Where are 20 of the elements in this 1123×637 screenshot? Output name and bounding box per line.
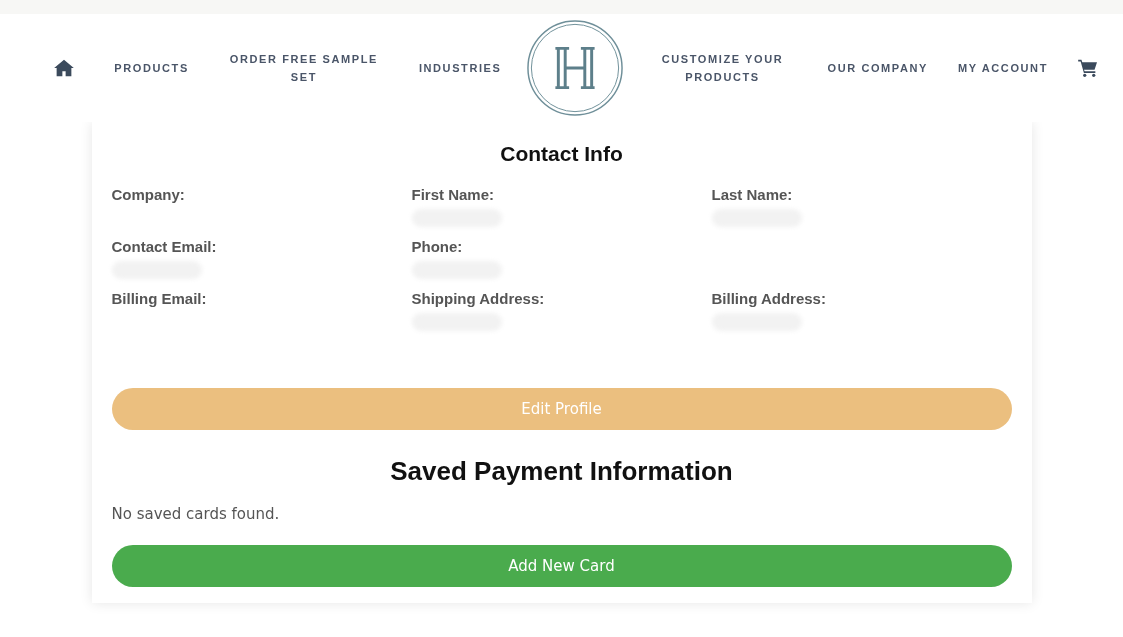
section-title: Saved Payment Information bbox=[389, 456, 734, 487]
field-label: Billing Email: bbox=[111, 290, 208, 307]
nav-link[interactable]: INDUSTRIES bbox=[418, 59, 502, 77]
field-label: Last Name: bbox=[711, 186, 794, 203]
field-label: Shipping Address: bbox=[411, 290, 546, 307]
field-label: Billing Address: bbox=[711, 290, 827, 307]
section-title: Contact Info bbox=[499, 142, 624, 166]
field-label: Phone: bbox=[411, 238, 464, 255]
nav-link[interactable]: OUR COMPANY bbox=[827, 59, 928, 77]
field-label: First Name: bbox=[411, 186, 496, 203]
nav-link[interactable]: CUSTOMIZE YOUR PRODUCTS bbox=[647, 50, 798, 86]
cart-icon[interactable] bbox=[1077, 59, 1098, 77]
nav-link[interactable]: PRODUCTS bbox=[114, 59, 189, 77]
logo-icon[interactable] bbox=[525, 19, 624, 117]
field-label: Contact Email: bbox=[111, 238, 218, 255]
home-icon[interactable] bbox=[54, 59, 75, 77]
nav-link[interactable]: MY ACCOUNT bbox=[958, 59, 1048, 77]
nav-link[interactable]: ORDER FREE SAMPLE SET bbox=[228, 50, 379, 86]
field-label: Company: bbox=[111, 186, 186, 203]
empty-message: No saved cards found. bbox=[111, 505, 281, 523]
